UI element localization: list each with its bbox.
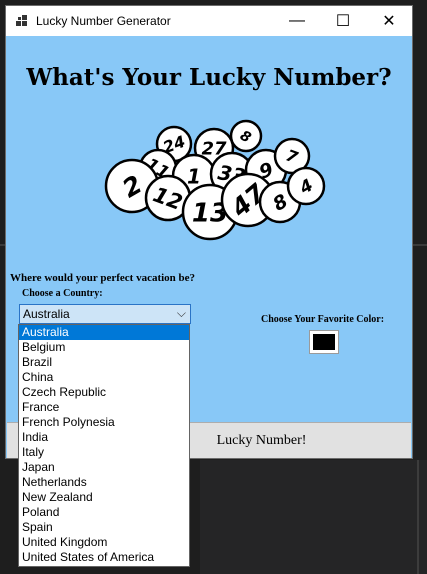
vacation-question: Where would your perfect vacation be? xyxy=(10,272,196,284)
minimize-icon: — xyxy=(289,12,305,29)
color-picker-button[interactable] xyxy=(309,330,339,354)
window-title: Lucky Number Generator xyxy=(36,14,171,28)
app-icon xyxy=(16,15,27,26)
dropdown-option[interactable]: France xyxy=(19,400,189,415)
minimize-button[interactable]: — xyxy=(274,6,320,36)
dropdown-option[interactable]: Spain xyxy=(19,520,189,535)
dropdown-option[interactable]: India xyxy=(19,430,189,445)
country-combobox[interactable]: Australia ⌵ xyxy=(19,304,191,324)
close-button[interactable]: ✕ xyxy=(366,6,412,36)
dropdown-option[interactable]: United Kingdom xyxy=(19,535,189,550)
lottery-ball: 8 xyxy=(229,119,263,153)
country-selected-value: Australia xyxy=(23,307,70,321)
lottery-balls-image: 24 27811 1 33 972 12 134784 xyxy=(104,119,326,241)
page-title: What's Your Lucky Number? xyxy=(26,64,392,91)
color-swatch xyxy=(313,334,335,350)
background-panel xyxy=(200,460,427,574)
maximize-button[interactable]: ☐ xyxy=(320,6,366,36)
maximize-icon: ☐ xyxy=(335,13,351,30)
title-bar[interactable]: Lucky Number Generator — ☐ ✕ xyxy=(6,6,412,36)
lucky-number-label: Lucky Number! xyxy=(216,432,307,448)
country-dropdown-list[interactable]: Australia Belgium Brazil China Czech Republi… xyxy=(18,324,190,567)
dropdown-option[interactable]: French Polynesia xyxy=(19,415,189,430)
dropdown-option[interactable]: New Zealand xyxy=(19,490,189,505)
dropdown-option[interactable]: China xyxy=(19,370,189,385)
lottery-ball: 4 xyxy=(286,166,326,206)
dropdown-option[interactable]: Japan xyxy=(19,460,189,475)
ball-number: 1 xyxy=(187,164,201,188)
dropdown-option[interactable]: United States of America xyxy=(19,550,189,565)
close-icon: ✕ xyxy=(382,13,396,30)
dropdown-option[interactable]: Australia xyxy=(19,325,189,340)
background-line xyxy=(417,460,419,574)
dropdown-option[interactable]: Czech Republic xyxy=(19,385,189,400)
dropdown-option[interactable]: Brazil xyxy=(19,355,189,370)
color-label: Choose Your Favorite Color: xyxy=(261,314,385,325)
dropdown-option[interactable]: Belgium xyxy=(19,340,189,355)
dropdown-option[interactable]: Poland xyxy=(19,505,189,520)
country-label: Choose a Country: xyxy=(22,288,103,299)
chevron-down-icon[interactable]: ⌵ xyxy=(177,306,186,321)
dropdown-option[interactable]: Italy xyxy=(19,445,189,460)
dropdown-option[interactable]: Netherlands xyxy=(19,475,189,490)
